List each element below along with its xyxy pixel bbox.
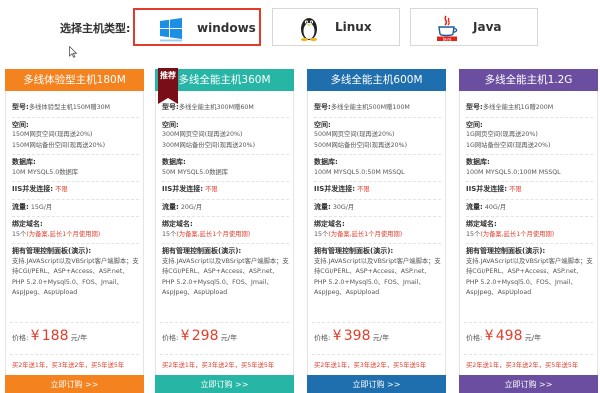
plan-price: 价格: ¥ 398 元/年 (314, 328, 390, 344)
spec-model: 型号:多线体验型主机150M赠30M (12, 100, 139, 118)
spec-iis: IIS并发连接: 不限 (12, 182, 139, 200)
os-option-windows[interactable]: windows (133, 8, 261, 46)
spec-model: 型号:多线全能主机1G赠200M (466, 100, 593, 118)
os-option-linux[interactable]: Linux (272, 8, 400, 46)
plan-details: 型号:多线全能主机1G赠200M 空间: 1G网页空间(现再送20%) 1G网站备份… (466, 100, 593, 299)
spec-iis: IIS并发连接: 不限 (466, 182, 593, 200)
mouse-cursor-icon (69, 46, 77, 58)
promo-text: 买2年送1年，买3年送2年，买5年送5年 (12, 362, 125, 369)
windows-icon (160, 18, 182, 42)
spec-space: 空间: 1G网页空间(现再送20%) 1G网站备份空间(现再送20%) (466, 118, 593, 155)
plan-card: 多线全能主机1.2G 型号:多线全能主机1G赠200M 空间: 1G网页空间(现再… (459, 69, 598, 393)
spec-panel: 拥有管理控制面板(演示): 支持.JAVAScript以及VBSript客户端脚本… (466, 247, 593, 296)
os-selector: 选择主机类型: windows Linux Java Java (0, 8, 600, 58)
spec-database: 数据库: 50M MYSQL5.0数据库 (162, 155, 289, 182)
os-option-label: Java (473, 20, 502, 34)
plan-price: 价格: ¥ 298 元/年 (162, 328, 238, 344)
plan-card: 多线体验型主机180M 型号:多线体验型主机150M赠30M 空间: 150M网页… (5, 69, 144, 393)
spec-database: 数据库: 100M MYSQL5.0;50M MSSQL (314, 155, 441, 182)
spec-domain: 绑定域名: 15个(为备案,延长1个月使用期) (162, 217, 289, 244)
spec-traffic: 流量: 40G/月 (466, 200, 593, 217)
spec-iis: IIS并发连接: 不限 (314, 182, 441, 200)
spec-database: 数据库: 10M MYSQL5.0数据库 (12, 155, 139, 182)
plan-details: 型号:多线体验型主机150M赠30M 空间: 150M网页空间(现再送20%) 15… (12, 100, 139, 299)
spec-iis: IIS并发连接: 不限 (162, 182, 289, 200)
svg-text:Java: Java (442, 36, 452, 41)
plan-title: 多线全能主机600M (307, 69, 446, 91)
plan-price: 价格: ¥ 498 元/年 (466, 328, 542, 344)
spec-panel: 拥有管理控制面板(演示): 支持.JAVAScript以及VBSript客户端脚本… (12, 247, 139, 296)
spec-space: 空间: 150M网页空间(现再送20%) 150M网站备份空间(现再送20%) (12, 118, 139, 155)
plan-price: 价格: ¥ 188 元/年 (12, 328, 88, 344)
spec-traffic: 流量: 30G/月 (314, 200, 441, 217)
os-selector-label: 选择主机类型: (60, 22, 131, 35)
spec-space: 空间: 500M网页空间(现再送20%) 500M网站备份空间(现再送20%) (314, 118, 441, 155)
spec-model: 型号:多线全能主机300M赠60M (162, 100, 289, 118)
buy-now-button[interactable]: 立即订购 >> (155, 375, 294, 393)
buy-now-button[interactable]: 立即订购 >> (459, 375, 598, 393)
spec-traffic: 流量: 15G/月 (12, 200, 139, 217)
plan-details: 型号:多线全能主机300M赠60M 空间: 300M网页空间(现再送20%) 300… (162, 100, 289, 299)
promo-text: 买2年送1年，买3年送2年，买5年送5年 (466, 362, 579, 369)
spec-traffic: 流量: 20G/月 (162, 200, 289, 217)
os-option-label: Linux (335, 20, 372, 34)
buy-now-button[interactable]: 立即订购 >> (5, 375, 144, 393)
os-option-label: windows (197, 21, 256, 35)
linux-penguin-icon (301, 18, 317, 42)
java-icon: Java (437, 15, 458, 41)
buy-now-button[interactable]: 立即订购 >> (307, 375, 446, 393)
spec-database: 数据库: 100M MYSQL5.0;100M MSSQL (466, 155, 593, 182)
plan-details: 型号:多线全能主机500M赠100M 空间: 500M网页空间(现再送20%) 50… (314, 100, 441, 299)
plan-title: 多线体验型主机180M (5, 69, 144, 91)
spec-model: 型号:多线全能主机500M赠100M (314, 100, 441, 118)
plan-card: 推荐 多线全能主机360M 型号:多线全能主机300M赠60M 空间: 300M网… (155, 68, 294, 393)
spec-domain: 绑定域名: 15个(为备案,延长1个月使用期) (12, 217, 139, 244)
spec-panel: 拥有管理控制面板(演示): 支持.JAVAScript以及VBSript客户端脚本… (314, 247, 441, 296)
spec-domain: 绑定域名: 15个(为备案,延长1个月使用期) (314, 217, 441, 244)
spec-panel: 拥有管理控制面板(演示): 支持.JAVAScript以及VBSript客户端脚本… (162, 247, 289, 296)
promo-text: 买2年送1年，买3年送2年，买5年送5年 (162, 362, 275, 369)
spec-space: 空间: 300M网页空间(现再送20%) 300M网站备份空间(现再送20%) (162, 118, 289, 155)
recommend-badge: 推荐 (158, 68, 178, 104)
spec-domain: 绑定域名: 15个(为备案,延长1个月使用期) (466, 217, 593, 244)
plan-title: 多线全能主机1.2G (459, 69, 598, 91)
os-option-java[interactable]: Java Java (410, 8, 538, 46)
promo-text: 买2年送1年，买3年送2年，买5年送5年 (314, 362, 427, 369)
plan-card: 多线全能主机600M 型号:多线全能主机500M赠100M 空间: 500M网页空… (307, 69, 446, 393)
